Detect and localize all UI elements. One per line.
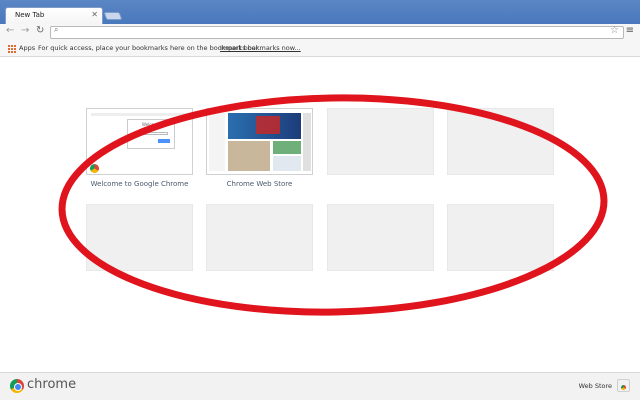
bookmarks-bar: Apps For quick access, place your bookma…: [0, 41, 640, 57]
apps-button[interactable]: Apps: [19, 44, 35, 52]
new-tab-button[interactable]: [103, 12, 123, 20]
tab-title: New Tab: [15, 11, 45, 19]
reload-icon[interactable]: ↻: [36, 25, 44, 36]
chrome-logo-icon: [10, 379, 24, 393]
most-visited-tile-empty: [447, 204, 554, 271]
back-icon[interactable]: ←: [6, 25, 14, 36]
toolbar: ← → ↻ ⌕ ☆ ≡: [0, 24, 640, 41]
thumb-welcome-heading: Welcome: [142, 122, 161, 127]
chrome-wordmark: chrome: [27, 377, 77, 392]
most-visited-tile-empty: [206, 204, 313, 271]
tile-caption-web-store[interactable]: Chrome Web Store: [206, 180, 313, 188]
most-visited-tile-empty: [327, 204, 434, 271]
tile-caption-welcome[interactable]: Welcome to Google Chrome: [86, 180, 193, 188]
tab-new-tab[interactable]: New Tab ✕: [5, 7, 103, 25]
most-visited-tile-web-store[interactable]: [206, 108, 313, 175]
search-icon: ⌕: [54, 25, 59, 34]
new-tab-page: Welcome Welcome to Google Chrome Chrome …: [0, 58, 640, 372]
menu-icon[interactable]: ≡: [626, 25, 634, 36]
most-visited-tile-empty: [447, 108, 554, 175]
title-bar: New Tab ✕: [0, 0, 640, 25]
forward-icon[interactable]: →: [21, 25, 29, 36]
apps-grid-icon[interactable]: [8, 45, 16, 53]
omnibox[interactable]: ⌕ ☆: [50, 25, 624, 39]
web-store-link[interactable]: Web Store: [579, 382, 612, 390]
web-store-icon[interactable]: [617, 379, 630, 392]
most-visited-tile-welcome[interactable]: Welcome: [86, 108, 193, 175]
import-bookmarks-link[interactable]: Import bookmarks now...: [220, 44, 301, 52]
footer-bar: chrome Web Store: [0, 372, 640, 400]
most-visited-tile-empty: [86, 204, 193, 271]
bookmark-star-icon[interactable]: ☆: [610, 25, 619, 36]
chrome-thumb-logo-icon: [90, 164, 99, 173]
most-visited-tile-empty: [327, 108, 434, 175]
tab-close-icon[interactable]: ✕: [91, 10, 98, 19]
